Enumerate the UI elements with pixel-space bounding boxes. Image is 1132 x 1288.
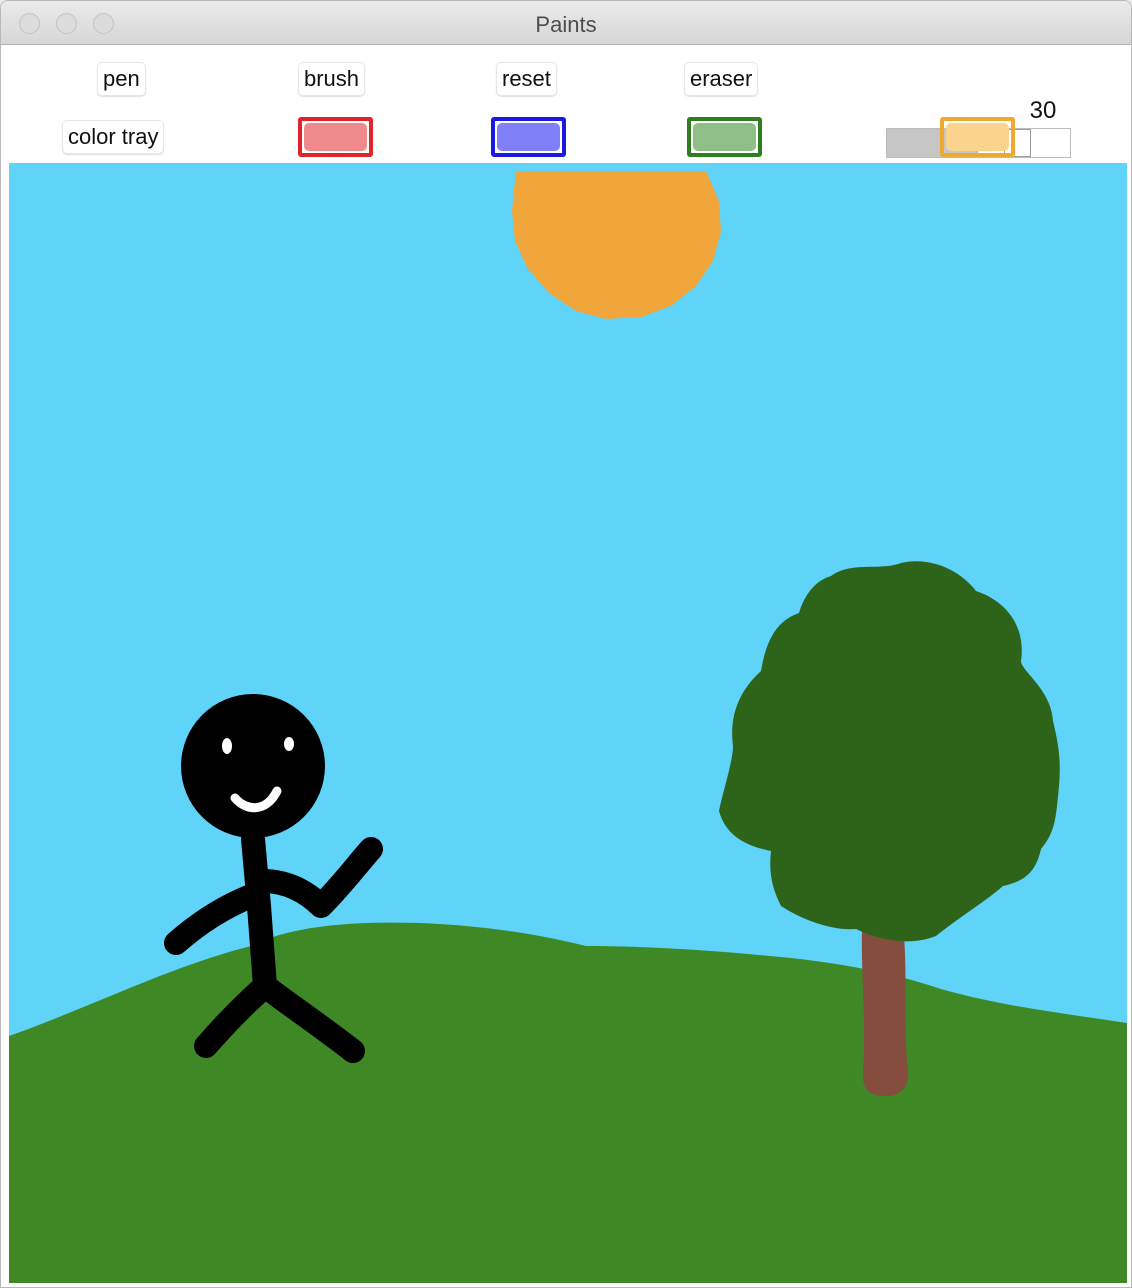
title-bar: Paints <box>1 1 1131 45</box>
orange-color-swatch[interactable] <box>940 117 1015 157</box>
pen-button[interactable]: pen <box>97 62 146 96</box>
swatch-fill <box>946 123 1009 151</box>
brush-size-value: 30 <box>1029 97 1057 124</box>
swatch-fill <box>304 123 367 151</box>
swatch-fill <box>497 123 560 151</box>
stick-figure-head <box>181 694 325 838</box>
color-tray-button[interactable]: color tray <box>62 120 165 154</box>
red-color-swatch[interactable] <box>298 117 373 157</box>
drawing-canvas[interactable] <box>9 163 1127 1283</box>
swatch-fill <box>693 123 756 151</box>
window-title: Paints <box>535 12 597 37</box>
brush-button[interactable]: brush <box>298 62 366 96</box>
stick-figure-body <box>241 827 277 998</box>
reset-button[interactable]: reset <box>496 62 557 96</box>
green-color-swatch[interactable] <box>687 117 762 157</box>
paints-window: Paints pen brush reset eraser color tray… <box>0 0 1132 1288</box>
blue-color-swatch[interactable] <box>491 117 566 157</box>
stick-figure-right-eye <box>284 737 294 751</box>
eraser-button[interactable]: eraser <box>684 62 759 96</box>
stick-figure-left-eye <box>222 738 232 754</box>
